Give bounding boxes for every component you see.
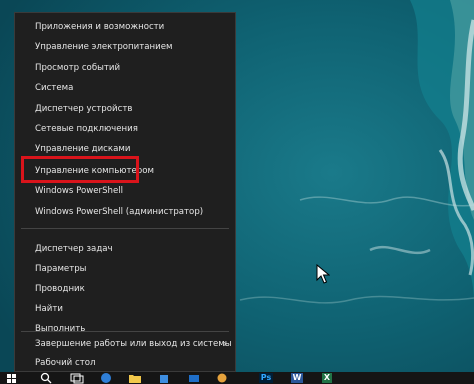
menu-item-label: Завершение работы или выход из системы <box>35 339 232 349</box>
highlight-box <box>21 156 139 183</box>
store-icon[interactable] <box>158 372 170 384</box>
photoshop-icon[interactable]: Ps <box>255 372 277 384</box>
menu-separator <box>21 331 229 332</box>
menu-item-system[interactable]: Система <box>15 78 235 98</box>
menu-item-shut-down-or-sign-out[interactable]: Завершение работы или выход из системы › <box>15 334 235 354</box>
mouse-pointer-icon <box>316 264 330 284</box>
menu-item-event-viewer[interactable]: Просмотр событий <box>15 58 235 78</box>
menu-item-device-manager[interactable]: Диспетчер устройств <box>15 99 235 119</box>
menu-item-search[interactable]: Найти <box>15 299 235 319</box>
mail-icon[interactable] <box>188 372 200 384</box>
app-icon[interactable] <box>216 372 228 384</box>
menu-item-powershell[interactable]: Windows PowerShell <box>15 181 235 201</box>
chevron-right-icon: › <box>222 337 227 350</box>
search-icon[interactable] <box>40 372 52 384</box>
menu-item-apps-and-features[interactable]: Приложения и возможности <box>15 17 235 37</box>
menu-item-powershell-admin[interactable]: Windows PowerShell (администратор) <box>15 202 235 222</box>
word-icon[interactable]: W <box>286 372 308 384</box>
menu-item-power-options[interactable]: Управление электропитанием <box>15 37 235 57</box>
taskbar: Ps W X <box>0 372 474 384</box>
edge-browser-icon[interactable] <box>100 372 112 384</box>
menu-item-settings[interactable]: Параметры <box>15 259 235 279</box>
menu-item-task-manager[interactable]: Диспетчер задач <box>15 239 235 259</box>
menu-item-network-connections[interactable]: Сетевые подключения <box>15 119 235 139</box>
menu-item-desktop[interactable]: Рабочий стол <box>15 353 235 373</box>
menu-item-file-explorer[interactable]: Проводник <box>15 279 235 299</box>
menu-separator <box>21 228 229 229</box>
word-glyph: W <box>290 373 304 383</box>
photoshop-glyph: Ps <box>258 373 274 383</box>
excel-icon[interactable]: X <box>316 372 338 384</box>
winx-context-menu: Приложения и возможности Управление элек… <box>14 12 236 372</box>
windows-start-icon[interactable] <box>6 372 18 384</box>
folder-icon[interactable] <box>128 372 142 384</box>
task-view-icon[interactable] <box>70 372 84 384</box>
excel-glyph: X <box>321 373 333 383</box>
